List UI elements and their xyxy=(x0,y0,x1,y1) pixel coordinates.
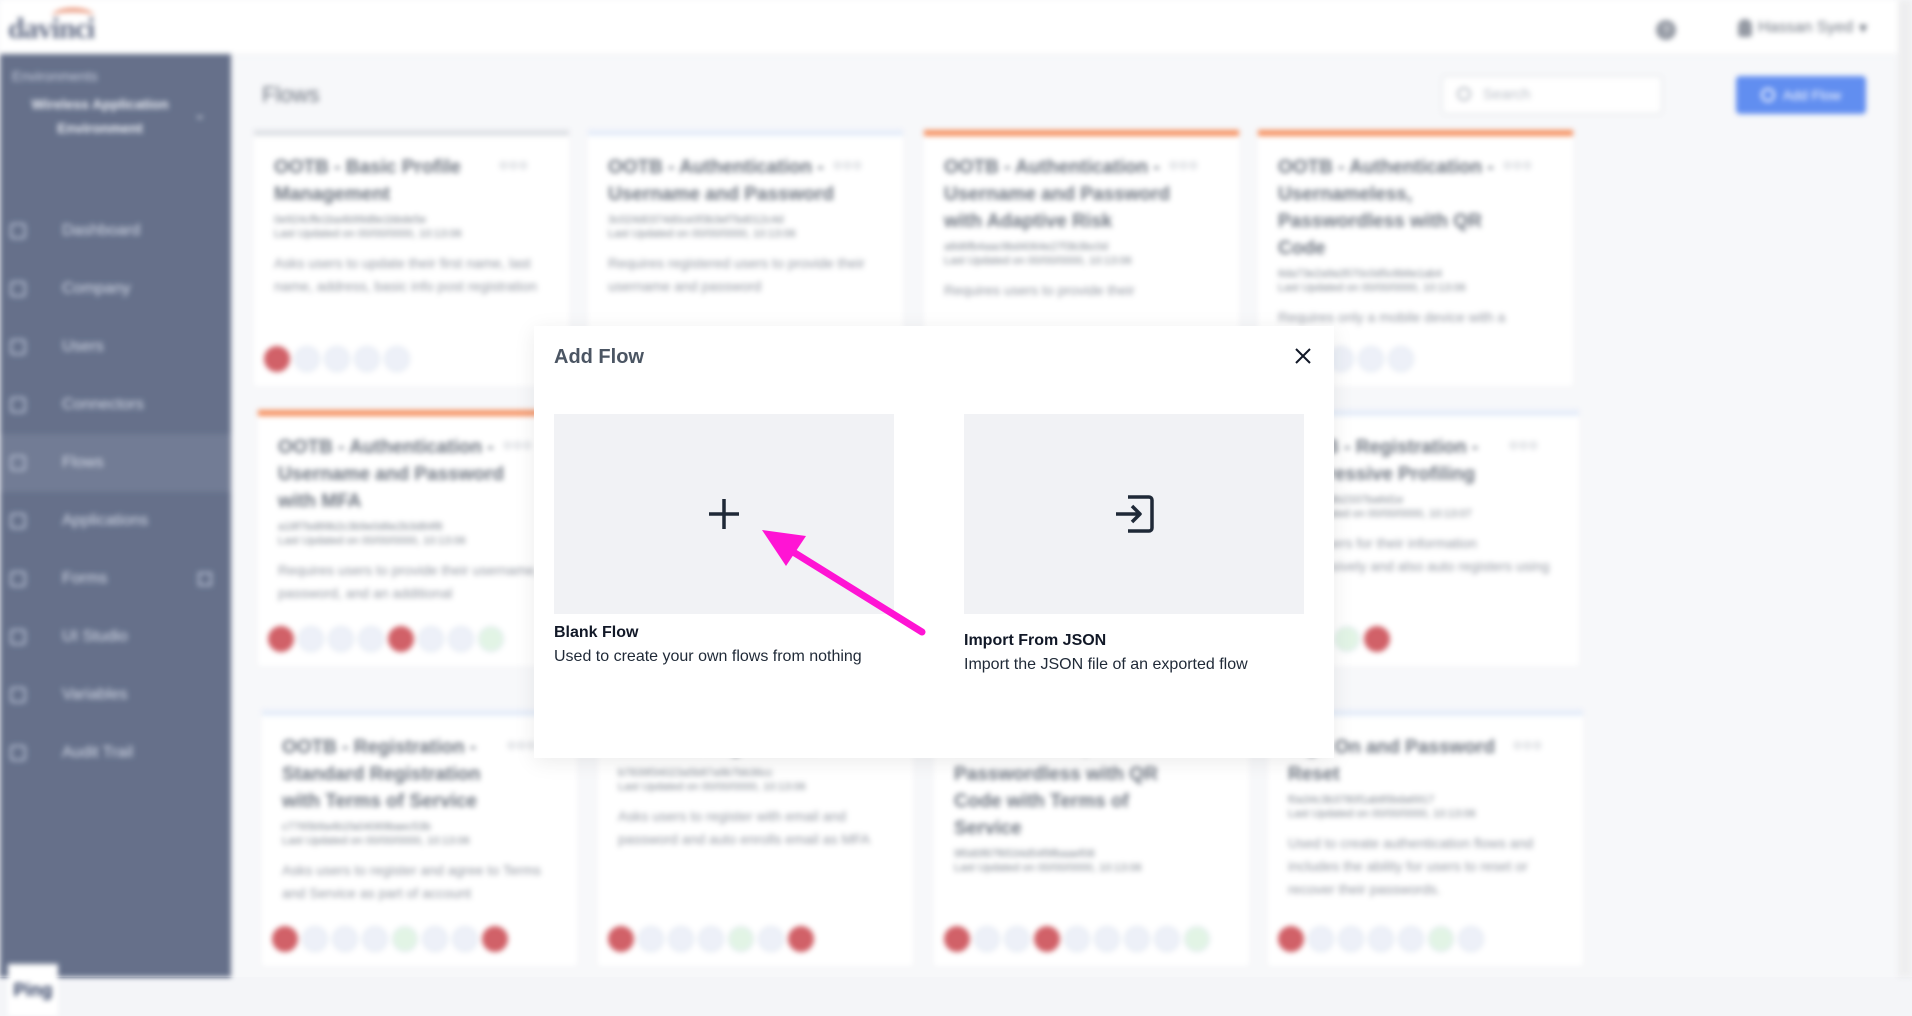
close-icon[interactable] xyxy=(1291,344,1315,368)
blank-flow-description: Used to create your own flows from nothi… xyxy=(554,648,862,665)
blank-flow-tile[interactable] xyxy=(554,414,894,614)
add-flow-modal: Add Flow Blank Flow Used to create your … xyxy=(534,326,1334,758)
modal-title: Add Flow xyxy=(554,346,644,368)
import-icon xyxy=(1116,495,1154,533)
import-json-description: Import the JSON file of an exported flow xyxy=(964,656,1248,673)
blank-flow-title[interactable]: Blank Flow xyxy=(554,624,638,642)
import-json-title[interactable]: Import From JSON xyxy=(964,632,1106,650)
plus-icon xyxy=(709,499,739,529)
import-json-tile[interactable] xyxy=(964,414,1304,614)
